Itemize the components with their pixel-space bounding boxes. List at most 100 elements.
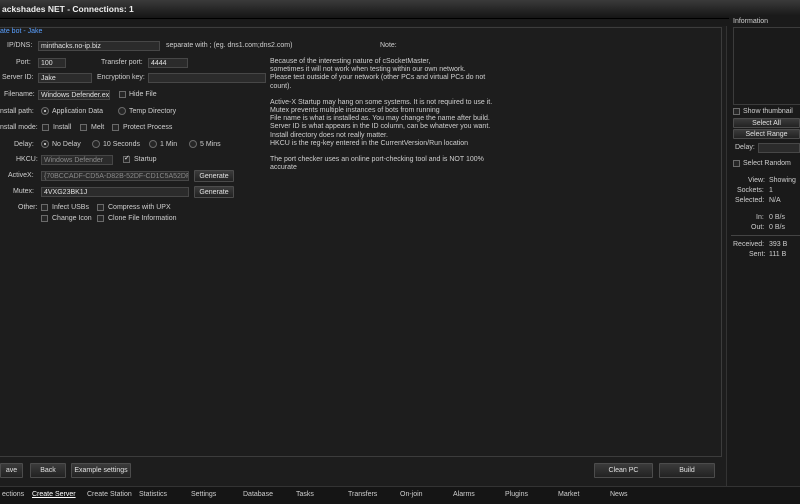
ipdns-label: IP/DNS: (7, 42, 33, 49)
melt-checkbox[interactable] (80, 124, 87, 131)
note-line: The port checker uses an online port-che… (270, 156, 484, 164)
note-line: Mutex prevents multiple instances of bot… (270, 107, 440, 115)
clean-pc-button[interactable]: Clean PC (594, 463, 653, 478)
mutex-label: Mutex: (13, 188, 35, 195)
select-random-checkbox[interactable] (733, 160, 740, 167)
transfer-port-label: Transfer port: (101, 59, 143, 66)
server-id-input[interactable]: Jake (38, 73, 92, 83)
transfer-port-input[interactable]: 4444 (148, 58, 188, 68)
hkcu-input[interactable]: Windows Defender (41, 155, 113, 165)
back-button[interactable]: Back (30, 463, 66, 478)
tab-news[interactable]: News (610, 488, 628, 501)
note-line: Server ID is what appears in the ID colu… (270, 123, 491, 131)
infect-usbs-label: Infect USBs (52, 204, 89, 211)
information-box (733, 27, 800, 105)
note-line: File name is what is installed as. You m… (270, 115, 490, 123)
tab-plugins[interactable]: Plugins (505, 488, 528, 501)
tab-create-station[interactable]: Create Station (87, 488, 132, 501)
show-thumbnail-label: Show thumbnail (743, 108, 793, 115)
change-icon-label: Change Icon (52, 215, 92, 222)
note-line: sometimes it will not work when testing … (270, 66, 466, 74)
five-mins-radio[interactable] (189, 140, 197, 148)
sockets-label: Sockets: (737, 187, 764, 194)
save-button[interactable]: ave (0, 463, 23, 478)
port-label: Port: (16, 59, 31, 66)
tab-tasks[interactable]: Tasks (296, 488, 314, 501)
note-line (270, 148, 510, 156)
server-id-label: Server ID: (2, 74, 34, 81)
temp-directory-radio[interactable] (118, 107, 126, 115)
tab-on-join[interactable]: On-join (400, 488, 423, 501)
information-label: Information (733, 18, 769, 25)
separate-hint: separate with ; (eg. dns1.com;dns2.com) (166, 42, 293, 49)
example-settings-button[interactable]: Example settings (71, 463, 131, 478)
change-icon-checkbox[interactable] (41, 215, 48, 222)
sidebar-delay-label: Delay: (735, 144, 755, 151)
hide-file-label: Hide File (129, 91, 157, 98)
install-path-label: nstall path: (0, 108, 34, 115)
tab-statistics[interactable]: Statistics (139, 488, 167, 501)
protect-process-checkbox[interactable] (112, 124, 119, 131)
filename-label: Filename: (4, 91, 35, 98)
infect-usbs-checkbox[interactable] (41, 204, 48, 211)
received-value: 393 B (769, 241, 788, 248)
five-mins-label: 5 Mins (200, 141, 221, 148)
sidebar-delay-input[interactable] (758, 143, 800, 153)
tab-transfers[interactable]: Transfers (348, 488, 377, 501)
install-mode-label: nstall mode: (0, 124, 38, 131)
one-min-radio[interactable] (149, 140, 157, 148)
other-label: Other: (18, 204, 38, 211)
melt-label: Melt (91, 124, 105, 131)
note-line: accurate (270, 164, 297, 172)
build-button[interactable]: Build (659, 463, 715, 478)
tab-market[interactable]: Market (558, 488, 579, 501)
select-range-button[interactable]: Select Range (733, 129, 800, 139)
sidebar-divider (731, 235, 800, 236)
selected-label: Selected: (735, 197, 765, 204)
no-delay-radio[interactable] (41, 140, 49, 148)
ten-seconds-radio[interactable] (92, 140, 100, 148)
encryption-key-input[interactable] (148, 73, 266, 83)
ipdns-input[interactable]: minthacks.no-ip.biz (38, 41, 160, 51)
generate-activex-button[interactable]: Generate (194, 170, 234, 182)
tab-alarms[interactable]: Alarms (453, 488, 475, 501)
clone-file-info-checkbox[interactable] (97, 215, 104, 222)
generate-mutex-button[interactable]: Generate (194, 186, 234, 198)
mutex-input[interactable]: 4VXG23BK1J (41, 187, 189, 197)
hide-file-checkbox[interactable] (119, 91, 126, 98)
application-data-radio[interactable] (41, 107, 49, 115)
startup-label: Startup (134, 156, 157, 163)
view-value: Showing (769, 177, 796, 184)
tab-database[interactable]: Database (243, 488, 273, 501)
ten-seconds-label: 10 Seconds (103, 141, 140, 148)
received-label: Received: (733, 241, 765, 248)
note-line: Install directory does not really matter… (270, 131, 388, 139)
note-line: Active-X Startup may hang on some system… (270, 98, 493, 106)
tab-create-server[interactable]: Create Server (32, 488, 76, 501)
delay-label: Delay: (14, 141, 34, 148)
select-all-button[interactable]: Select All (733, 118, 800, 128)
selected-value: N/A (769, 197, 781, 204)
show-thumbnail-checkbox[interactable] (733, 108, 740, 115)
hkcu-label: HKCU: (16, 156, 38, 163)
window-title: ackshades NET - Connections: 1 (2, 4, 134, 14)
groupbox-label: ate bot - Jake (0, 28, 43, 35)
note-line: HKCU is the reg-key entered in the Curre… (270, 139, 469, 147)
temp-directory-label: Temp Directory (129, 108, 177, 115)
application-data-label: Application Data (52, 108, 103, 115)
filename-input[interactable]: Windows Defender.ex (38, 90, 110, 100)
port-input[interactable]: 100 (38, 58, 66, 68)
activex-input[interactable]: {70BCCADF-CD5A-D82B-52DF-CD1C5A52DF (41, 171, 189, 181)
in-value: 0 B/s (769, 214, 785, 221)
note-line: Please test outside of your network (oth… (270, 74, 486, 82)
tab-settings[interactable]: Settings (191, 488, 216, 501)
note-line (270, 91, 510, 99)
view-label: View: (748, 177, 765, 184)
compress-upx-checkbox[interactable] (97, 204, 104, 211)
tab-connections[interactable]: ections (2, 488, 24, 501)
startup-checkbox[interactable] (123, 154, 130, 163)
activex-label: ActiveX: (8, 172, 34, 179)
note-label: Note: (380, 42, 397, 49)
install-checkbox[interactable] (42, 124, 49, 131)
out-label: Out: (751, 224, 765, 231)
